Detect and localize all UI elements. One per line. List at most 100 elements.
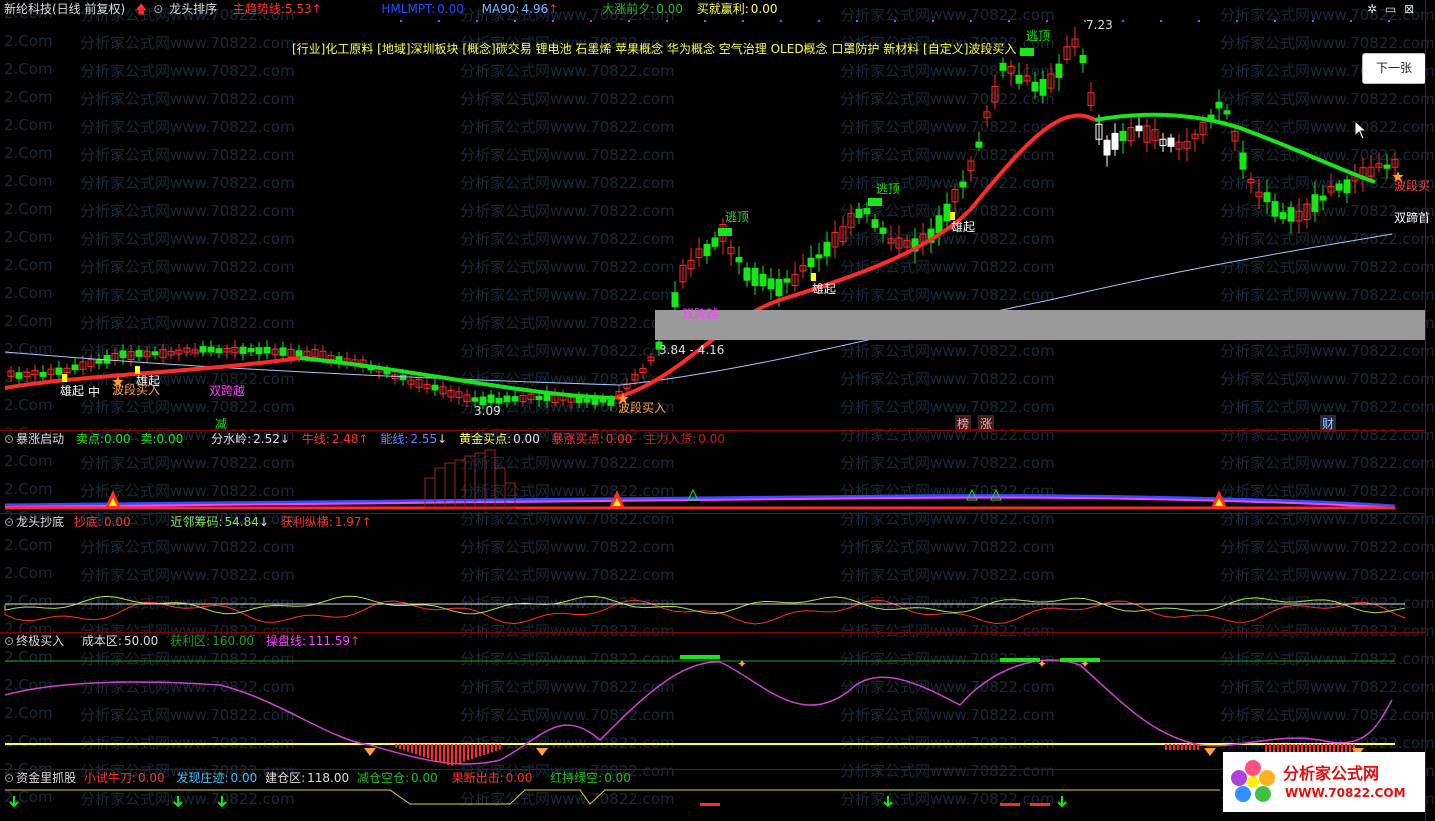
- flower-logo-icon: [1231, 760, 1275, 802]
- profit-range-label: 获利纵横:: [280, 515, 333, 529]
- cost-label: 成本区:: [81, 634, 122, 648]
- found-value: 0.00: [230, 771, 258, 785]
- candle-body: [399, 374, 407, 381]
- band-buy-tag: 波段买入: [618, 401, 667, 415]
- candle-body: [151, 351, 159, 356]
- volume-bar: [504, 482, 516, 509]
- candle-body: [1055, 63, 1063, 78]
- top-marker: [552, 20, 554, 22]
- candle-body: [959, 181, 967, 188]
- next-image-button[interactable]: 下一张: [1362, 53, 1426, 84]
- candle-body: [247, 347, 255, 353]
- surge-value: 0.00: [605, 432, 633, 446]
- top-marker: [438, 20, 440, 22]
- candle-body: [711, 237, 719, 247]
- histogram-bar: [1181, 744, 1183, 750]
- panel-menu-icon[interactable]: ⊙: [4, 515, 14, 529]
- hmlmpt-value: 0.00: [437, 2, 464, 16]
- candle-body: [999, 62, 1007, 71]
- candle-body: [775, 279, 783, 297]
- arrow-down-icon: ↓: [279, 432, 290, 446]
- top-marker: [1122, 20, 1124, 22]
- rise-tag: 雄起: [60, 384, 85, 398]
- panel2-name[interactable]: 龙头抄底: [16, 515, 64, 529]
- panel-menu-icon[interactable]: ⊙: [4, 634, 14, 648]
- profit-value: 0.00: [750, 2, 778, 16]
- arrow-down-icon: [217, 796, 227, 808]
- dropdown-icon[interactable]: ⊙: [153, 2, 163, 16]
- energy-label: 能线:: [380, 432, 409, 446]
- candle-body: [735, 257, 743, 263]
- bull-value: 2.48: [331, 432, 359, 446]
- candle-body: [207, 346, 215, 353]
- histogram-bar: [459, 744, 461, 763]
- candle-body: [239, 346, 247, 354]
- runner-icon: ✦: [1037, 657, 1047, 671]
- candle-body: [71, 364, 79, 371]
- runner-icon: ✦: [1080, 657, 1090, 671]
- signal-bar: [1030, 803, 1050, 806]
- histogram-bar: [479, 744, 481, 757]
- sell-point-value: 0.00: [103, 432, 131, 446]
- arrow-down-icon: [883, 796, 893, 808]
- panel-menu-icon[interactable]: ⊙: [4, 432, 14, 446]
- collapse-icon[interactable]: ▭: [1385, 2, 1396, 16]
- candle-body: [607, 399, 615, 406]
- build-line: [5, 789, 1220, 805]
- sell-value: 0.00: [156, 432, 184, 446]
- histogram-bar: [407, 744, 409, 752]
- divide-label: 分水岭:: [211, 432, 252, 446]
- reduce-value: 0.00: [411, 771, 438, 785]
- surge-label: 暴涨买点:: [551, 432, 604, 446]
- candle-body: [879, 227, 887, 234]
- candle-body: [1335, 183, 1343, 191]
- candle-body: [855, 208, 863, 218]
- control-line: [4, 659, 1393, 765]
- panel4-name[interactable]: 资金里抓股: [16, 771, 76, 785]
- histogram-bar: [455, 744, 457, 765]
- panel1-name[interactable]: 暴涨启动: [16, 432, 64, 446]
- near-chips-label: 近邻筹码:: [170, 515, 223, 529]
- diamond-icon: [364, 748, 376, 756]
- candle-body: [1039, 78, 1047, 96]
- redgreen-label: 红持绿空:: [550, 771, 603, 785]
- build-label: 建仓区:: [265, 771, 306, 785]
- control-value: 111.59: [308, 634, 351, 648]
- stock-title[interactable]: 新纶科技(日线 前复权): [4, 2, 125, 16]
- candle-body: [1079, 54, 1087, 64]
- candle-body: [295, 350, 303, 357]
- panel1-header: ⊙ 暴涨启动 卖点:0.00 卖:0.00 分水岭: 2.52↓ 牛线: 2.48↑ …: [0, 430, 1425, 448]
- profit-label: 买就赢利:: [696, 2, 749, 16]
- histogram-bar: [1185, 744, 1187, 750]
- candle-body: [863, 208, 871, 215]
- close-icon[interactable]: ⊠: [1404, 2, 1414, 16]
- candle-body: [759, 273, 767, 287]
- signal-bar: [1000, 803, 1020, 806]
- logo-url: WWW.70822.COM: [1285, 786, 1406, 800]
- histogram-bar: [447, 744, 449, 765]
- eve-label: 大涨前夕:: [602, 2, 655, 16]
- escape-top-tag: 逃顶: [876, 182, 901, 196]
- sort-label[interactable]: 龙头排序: [169, 2, 217, 16]
- histogram-bar: [443, 744, 445, 764]
- escape-top-tag: 逃顶: [1026, 29, 1051, 43]
- candle-body: [1279, 212, 1287, 220]
- candle-body: [703, 243, 711, 257]
- top-marker: [970, 20, 972, 22]
- top-marker: [1312, 20, 1314, 22]
- signal-bar: [1000, 658, 1040, 662]
- histogram-bar: [1197, 744, 1199, 750]
- top-marker: [704, 20, 706, 22]
- top-marker: [628, 20, 630, 22]
- panel3-name[interactable]: 终极买入: [16, 634, 64, 648]
- panel3-header: ⊙ 终极买入 成本区: 50.00 获利区: 160.00 操盘线: 111.59↑: [0, 632, 1425, 650]
- arrow-down-icon: ↓: [258, 515, 269, 529]
- found-label: 发现庄迹:: [176, 771, 229, 785]
- sell-label: 卖:: [140, 432, 157, 446]
- top-marker: [514, 20, 516, 22]
- rise-marker: [62, 374, 67, 382]
- histogram-bar: [487, 744, 489, 754]
- candle-body: [1263, 192, 1271, 203]
- settings-icon[interactable]: ✲: [1367, 2, 1377, 16]
- panel-menu-icon[interactable]: ⊙: [4, 771, 14, 785]
